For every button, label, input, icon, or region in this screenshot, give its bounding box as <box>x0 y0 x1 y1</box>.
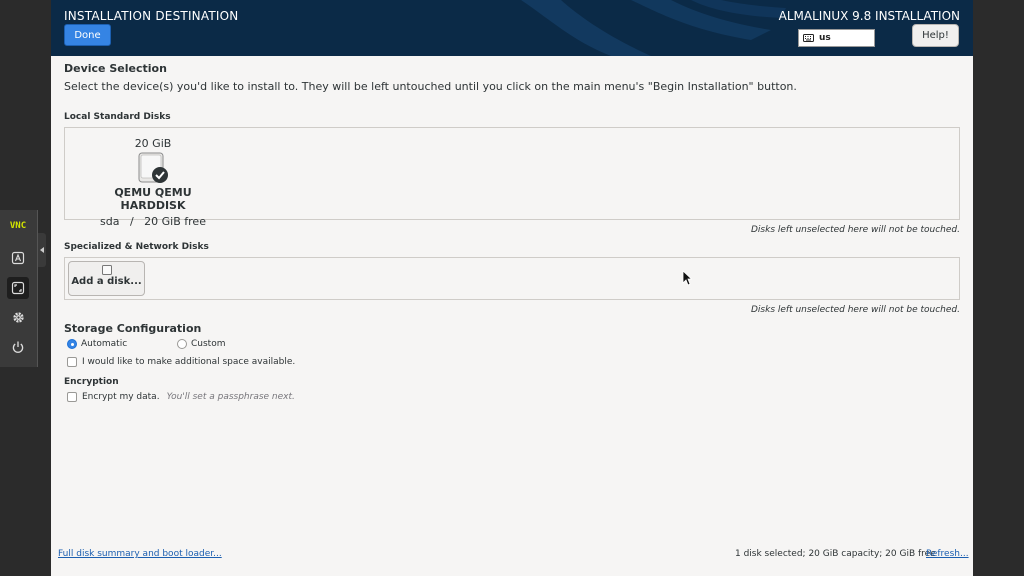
disk-tile[interactable]: 20 GiB QEMU QEMU HARDDISK sda / 20 GiB f… <box>83 137 223 228</box>
help-button[interactable]: Help! <box>912 24 959 47</box>
storage-config-heading: Storage Configuration <box>64 322 202 335</box>
local-disks-panel: 20 GiB QEMU QEMU HARDDISK sda / 20 GiB f… <box>64 127 960 228</box>
network-disks-heading: Specialized & Network Disks <box>64 242 209 252</box>
encrypt-label: Encrypt my data. <box>82 392 160 402</box>
encryption-heading: Encryption <box>64 377 119 387</box>
encrypt-note: You'll set a passphrase next. <box>166 392 295 402</box>
done-button[interactable]: Done <box>64 24 111 46</box>
installer-window: INSTALLATION DESTINATION Done ALMALINUX … <box>51 0 973 576</box>
keyboard-icon <box>803 34 814 42</box>
chevron-left-icon <box>39 247 44 253</box>
disk-add-icon <box>101 265 112 275</box>
radio-unselected-icon <box>177 339 187 349</box>
network-disks-hint: Disks left unselected here will not be t… <box>750 305 960 315</box>
header-bar: INSTALLATION DESTINATION Done ALMALINUX … <box>51 0 973 56</box>
additional-space-label: I would like to make additional space av… <box>82 357 296 367</box>
radio-selected-icon <box>67 339 77 349</box>
vnc-toolbar: VNC <box>0 210 38 367</box>
automatic-label: Automatic <box>81 339 128 349</box>
network-disks-panel <box>64 257 960 300</box>
harddisk-icon <box>136 152 170 184</box>
keyboard-layout-indicator[interactable]: us <box>798 29 875 47</box>
automatic-radio[interactable]: Automatic <box>67 339 127 349</box>
disk-status-summary: 1 disk selected; 20 GiB capacity; 20 GiB… <box>735 549 936 559</box>
full-disk-summary-link[interactable]: Full disk summary and boot loader... <box>58 549 222 559</box>
disk-size: 20 GiB <box>134 137 172 150</box>
power-icon <box>12 341 24 353</box>
vnc-keyboard-button[interactable] <box>7 247 29 269</box>
keyboard-layout-label: us <box>819 33 831 43</box>
product-title: ALMALINUX 9.8 INSTALLATION <box>778 9 960 23</box>
checkbox-icon <box>67 392 77 402</box>
vnc-collapse-handle[interactable] <box>38 233 46 267</box>
refresh-link[interactable]: Refresh... <box>926 549 969 559</box>
encrypt-checkbox[interactable]: Encrypt my data. You'll set a passphrase… <box>67 392 295 402</box>
disk-name: QEMU QEMU HARDDISK <box>114 186 192 212</box>
vnc-fullscreen-button[interactable] <box>7 277 29 299</box>
vnc-power-button[interactable] <box>7 336 29 358</box>
additional-space-checkbox[interactable]: I would like to make additional space av… <box>67 357 295 367</box>
vnc-settings-button[interactable] <box>7 306 29 328</box>
disk-details: sda / 20 GiB free <box>100 215 206 228</box>
fullscreen-icon <box>11 281 25 295</box>
local-disks-heading: Local Standard Disks <box>64 112 171 122</box>
page-title: INSTALLATION DESTINATION <box>64 9 239 23</box>
mouse-cursor-icon <box>682 270 692 286</box>
device-selection-description: Select the device(s) you'd like to insta… <box>64 80 797 93</box>
settings-gear-icon <box>12 311 24 323</box>
add-disk-label: Add a disk... <box>71 276 142 287</box>
checkbox-icon <box>67 357 77 367</box>
local-disks-hint: Disks left unselected here will not be t… <box>750 225 960 235</box>
vnc-logo: VNC <box>9 221 27 231</box>
keyboard-icon <box>11 251 25 265</box>
custom-radio[interactable]: Custom <box>177 339 225 349</box>
add-disk-button[interactable]: Add a disk... <box>68 261 145 296</box>
custom-label: Custom <box>191 339 226 349</box>
device-selection-heading: Device Selection <box>64 62 167 75</box>
